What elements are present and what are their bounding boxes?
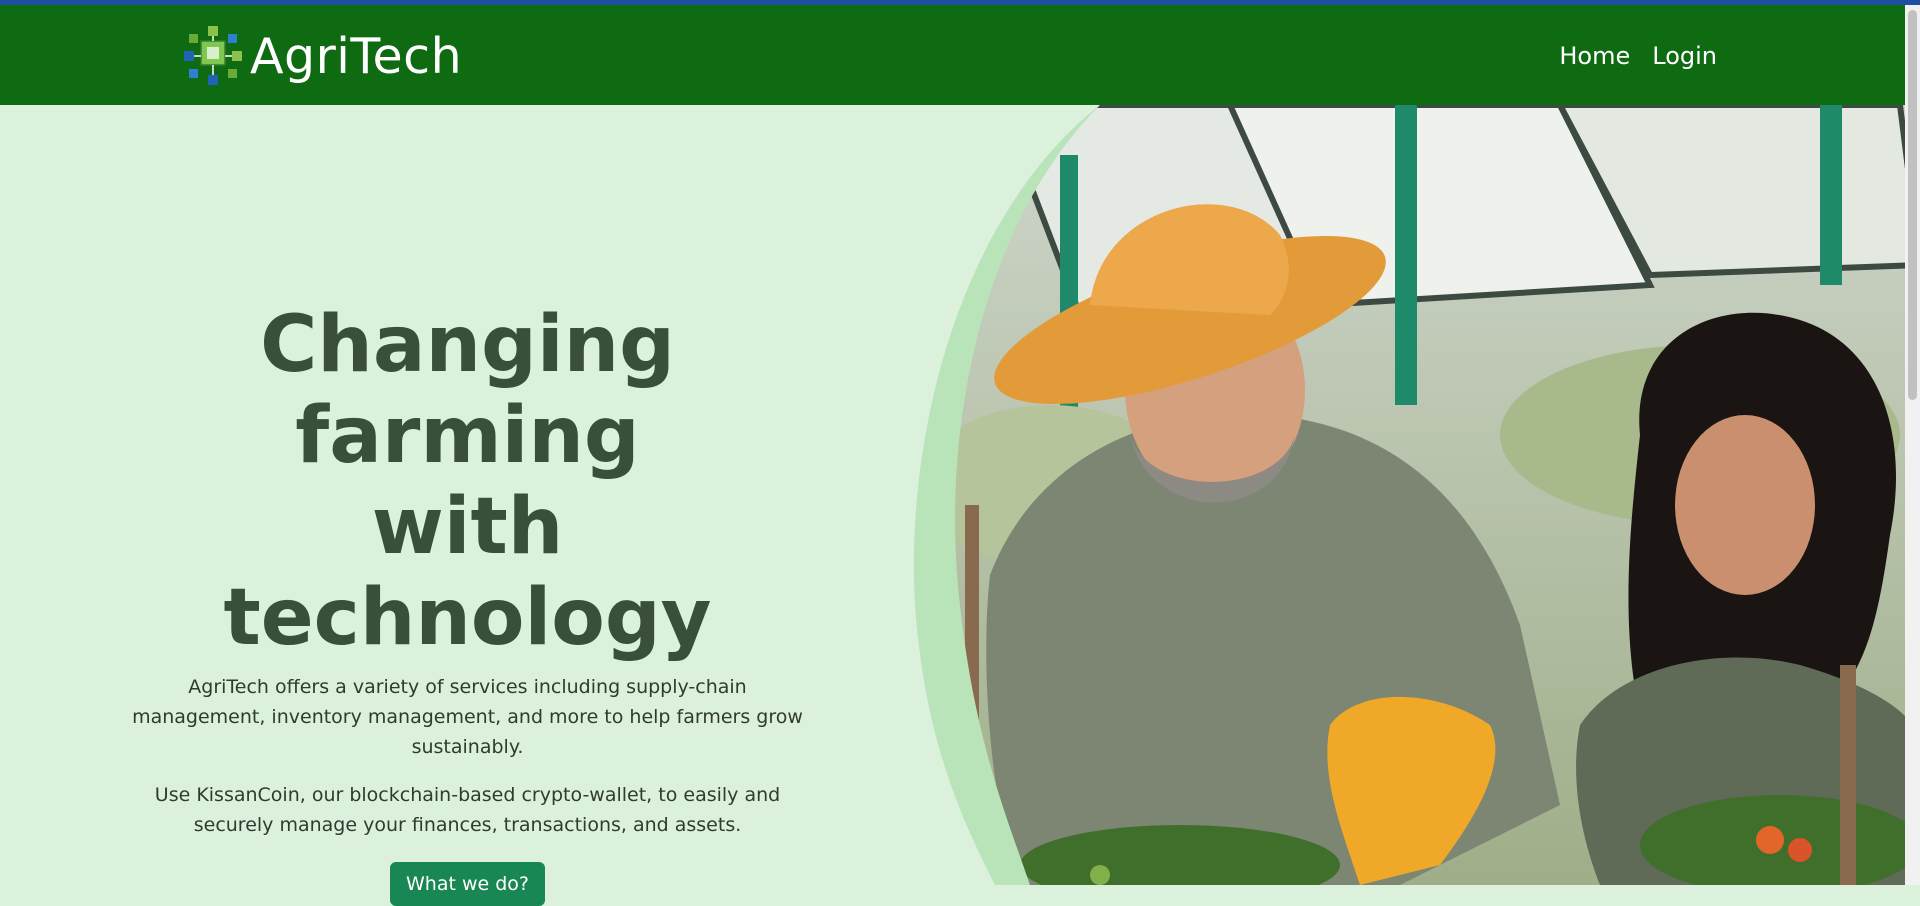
hero-title-line1: Changing farming [260,300,675,481]
main-nav: Home Login [1559,42,1717,70]
nav-login-link[interactable]: Login [1652,42,1717,70]
hero-content: Changing farming with technology AgriTec… [120,300,815,906]
page-scrollbar[interactable] [1905,5,1920,885]
hero-title: Changing farming with technology [120,300,815,664]
nav-home-link[interactable]: Home [1559,42,1630,70]
hero-description-2: Use KissanCoin, our blockchain-based cry… [154,784,781,836]
scrollbar-thumb[interactable] [1908,10,1917,400]
hero-title-line2: with technology [223,482,712,663]
brand-name: AgriTech [250,27,463,85]
blockchain-cube-logo-icon [184,26,242,85]
hero-section: Changing farming with technology AgriTec… [0,105,1920,906]
brand[interactable]: AgriTech [180,23,462,89]
what-we-do-button[interactable]: What we do? [390,862,545,906]
top-navbar: AgriTech Home Login [0,5,1920,105]
hero-description-1: AgriTech offers a variety of services in… [132,676,803,758]
